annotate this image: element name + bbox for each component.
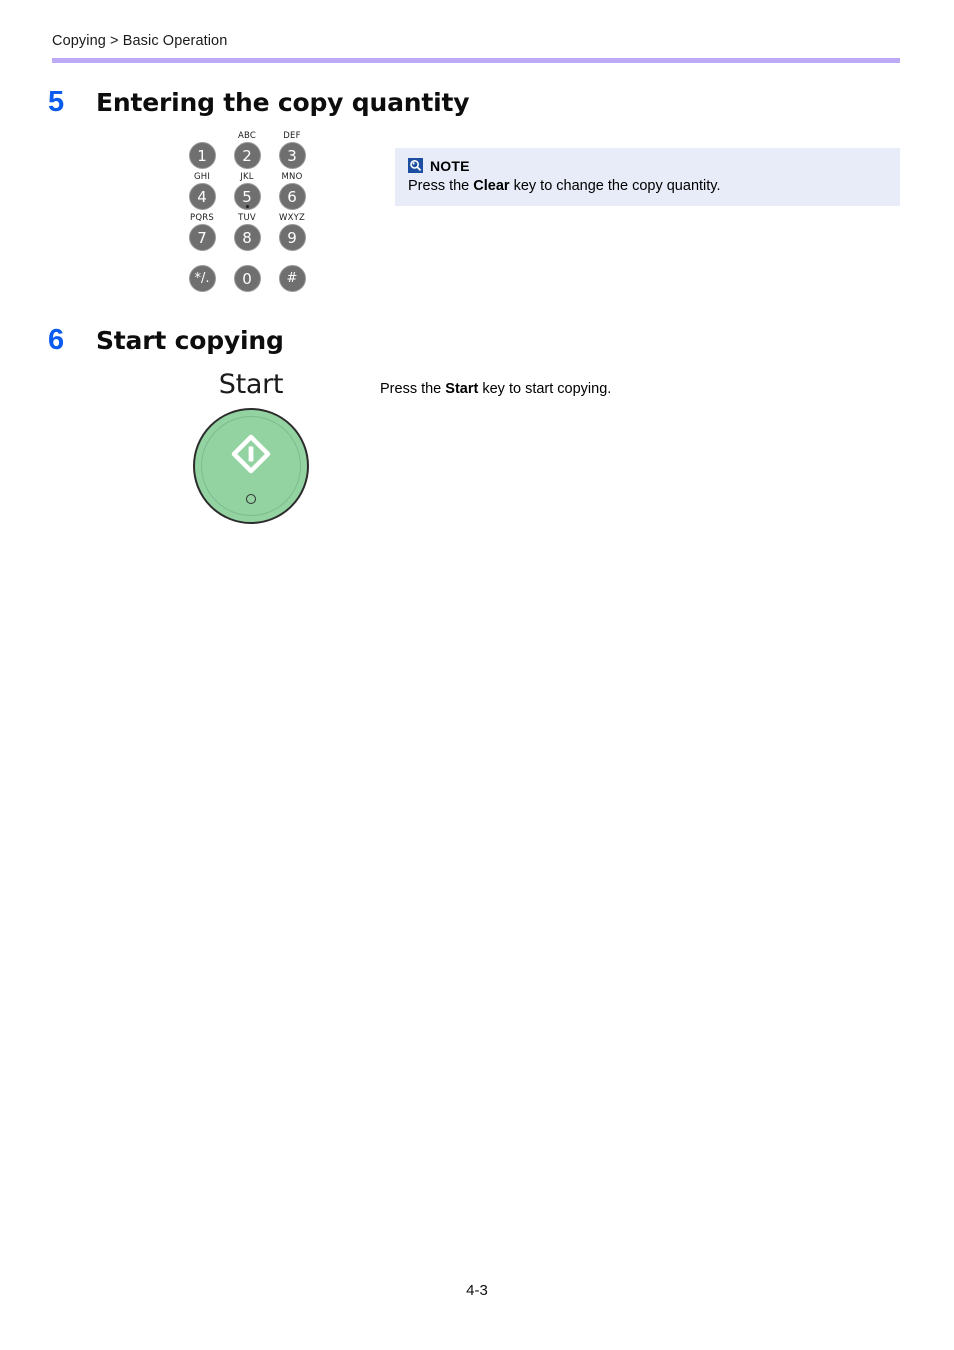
keypad-key-8[interactable]: TUV 8 — [228, 213, 266, 251]
keypad-row: GHI 4 JKL 5 MNO 6 — [183, 172, 311, 210]
keypad-letters: JKL — [240, 172, 254, 182]
page-footer: 4-3 — [0, 1282, 954, 1299]
keypad-letters: GHI — [193, 172, 211, 182]
start-key-label: Start — [218, 369, 284, 400]
note-text-after: key to change the copy quantity. — [509, 178, 721, 194]
keypad-letters: ABC — [237, 131, 257, 141]
keypad-letters: MNO — [281, 172, 303, 182]
note-text: Press the Clear key to change the copy q… — [408, 176, 900, 197]
keypad-key-3[interactable]: DEF 3 — [273, 131, 311, 169]
keypad-letters: DEF — [283, 131, 301, 141]
keypad-letters: TUV — [238, 213, 256, 223]
start-diamond-icon — [231, 434, 271, 474]
keypad-letters: WXYZ — [278, 213, 306, 223]
keypad-key-asterisk[interactable]: */. — [183, 254, 221, 292]
keypad-key-5[interactable]: JKL 5 — [228, 172, 266, 210]
keypad-digit: # — [278, 265, 306, 292]
instruction-text-emphasis: Start — [445, 381, 479, 397]
keypad-key-6[interactable]: MNO 6 — [273, 172, 311, 210]
keypad-letters: PQRS — [190, 213, 214, 223]
keypad-digit: 6 — [278, 183, 306, 210]
instruction-text-after: key to start copying. — [478, 381, 612, 397]
note-callout: NOTE Press the Clear key to change the c… — [395, 148, 900, 206]
step-title-5: Entering the copy quantity — [96, 88, 470, 117]
note-text-before: Press the — [408, 178, 474, 194]
keypad-digit: 7 — [188, 224, 216, 251]
keypad-digit: 5 — [233, 183, 261, 210]
step-title-6: Start copying — [96, 326, 284, 355]
step-heading-6: 6 Start copying — [48, 324, 284, 357]
keypad-digit: 1 — [188, 142, 216, 169]
step-heading-5: 5 Entering the copy quantity — [48, 86, 470, 119]
keypad-row: PQRS 7 TUV 8 WXYZ 9 — [183, 213, 311, 251]
page-number: 4-3 — [466, 1282, 488, 1299]
instruction-text-before: Press the — [380, 381, 446, 397]
note-text-emphasis: Clear — [473, 178, 510, 194]
keypad-key-1[interactable]: 1 — [183, 131, 221, 169]
note-label: NOTE — [430, 157, 470, 174]
keypad-tactile-bump — [245, 205, 249, 208]
start-button[interactable] — [193, 408, 309, 524]
breadcrumb: Copying > Basic Operation — [52, 33, 228, 49]
keypad-key-4[interactable]: GHI 4 — [183, 172, 221, 210]
keypad-digit: 3 — [278, 142, 306, 169]
keypad-key-hash[interactable]: # — [273, 254, 311, 292]
keypad-digit: 8 — [233, 224, 261, 251]
header-divider — [52, 58, 900, 63]
keypad-key-2[interactable]: ABC 2 — [228, 131, 266, 169]
keypad-row: 1 ABC 2 DEF 3 — [183, 131, 311, 169]
start-instruction: Press the Start key to start copying. — [380, 379, 611, 400]
keypad-row: */. 0 # — [183, 254, 311, 292]
note-header: NOTE — [408, 157, 900, 174]
keypad-key-9[interactable]: WXYZ 9 — [273, 213, 311, 251]
keypad-digit: 4 — [188, 183, 216, 210]
keypad-digit: 9 — [278, 224, 306, 251]
numeric-keypad: 1 ABC 2 DEF 3 GHI 4 JKL 5 MNO 6 PQRS 7 T… — [183, 131, 311, 295]
keypad-digit: */. — [188, 265, 216, 292]
keypad-key-7[interactable]: PQRS 7 — [183, 213, 221, 251]
step-number-6: 6 — [48, 324, 65, 356]
keypad-digit: 0 — [233, 265, 261, 292]
step-number-5: 5 — [48, 86, 65, 118]
magnifier-icon — [408, 158, 423, 173]
keypad-key-0[interactable]: 0 — [228, 254, 266, 292]
keypad-digit: 2 — [233, 142, 261, 169]
start-key-illustration: Start — [186, 370, 316, 524]
indicator-led — [246, 494, 256, 504]
keypad-digit-label: 5 — [242, 187, 252, 206]
